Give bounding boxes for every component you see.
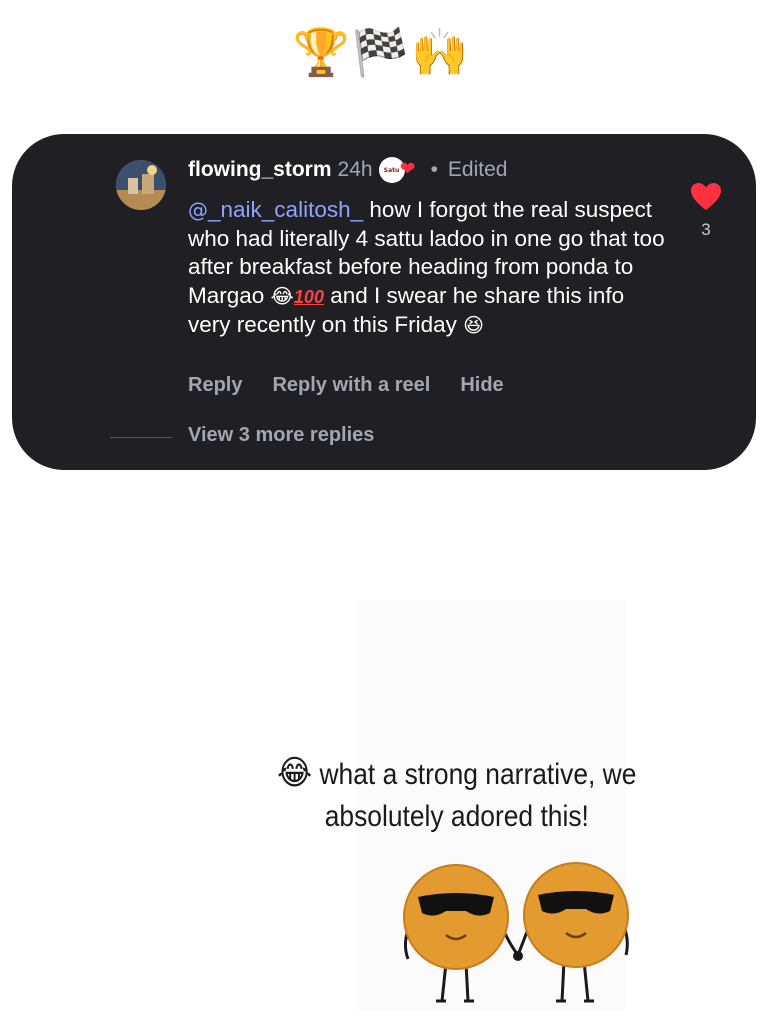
laddoo-sticker-image (403, 862, 629, 1003)
hide-button[interactable]: Hide (460, 374, 503, 397)
comment-card: flowing_storm 24h Satu ❤ • Edited @_naik… (12, 134, 756, 470)
separator-dot: • (430, 158, 438, 181)
laughing-emoji-icon: 😂 (270, 283, 294, 308)
grinning-squint-emoji-icon: 😆 (463, 313, 484, 337)
hundred-points-icon: 100 (293, 286, 324, 307)
creator-liked-badge: Satu ❤ (378, 156, 421, 184)
comment-actions: Reply Reply with a reel Hide (188, 374, 504, 397)
mention-handle: _naik_calitosh_ (208, 197, 364, 222)
heart-icon: ❤ (399, 158, 416, 180)
sticker-caption: 😂 what a strong narrative, we absolutely… (250, 752, 664, 838)
edited-label: Edited (447, 158, 508, 181)
laddoo-left (403, 864, 520, 1003)
avatar[interactable] (116, 160, 166, 210)
like-count: 3 (701, 220, 711, 239)
holding-hands (513, 951, 523, 961)
threads-icon: @ (188, 198, 208, 222)
comment-text: @_naik_calitosh_ how I forgot the real s… (188, 196, 668, 340)
reply-button[interactable]: Reply (188, 374, 242, 397)
reply-with-reel-button[interactable]: Reply with a reel (272, 374, 430, 397)
mention-link[interactable]: @_naik_calitosh_ (188, 197, 363, 222)
top-emoji-row: 🏆🏁🙌 (292, 25, 471, 79)
like-control: 3 (686, 182, 726, 240)
username[interactable]: flowing_storm (188, 158, 332, 182)
caption-text: what a strong narrative, we absolutely a… (319, 758, 637, 833)
like-heart-icon[interactable] (690, 182, 722, 212)
laughing-emoji-icon: 😂 (277, 753, 313, 793)
comment-header: flowing_storm 24h Satu ❤ • Edited (188, 154, 507, 186)
laddoo-right (516, 862, 629, 1003)
timestamp: 24h (337, 158, 373, 181)
view-more-replies-button[interactable]: View 3 more replies (188, 424, 374, 447)
replies-divider (110, 437, 172, 438)
